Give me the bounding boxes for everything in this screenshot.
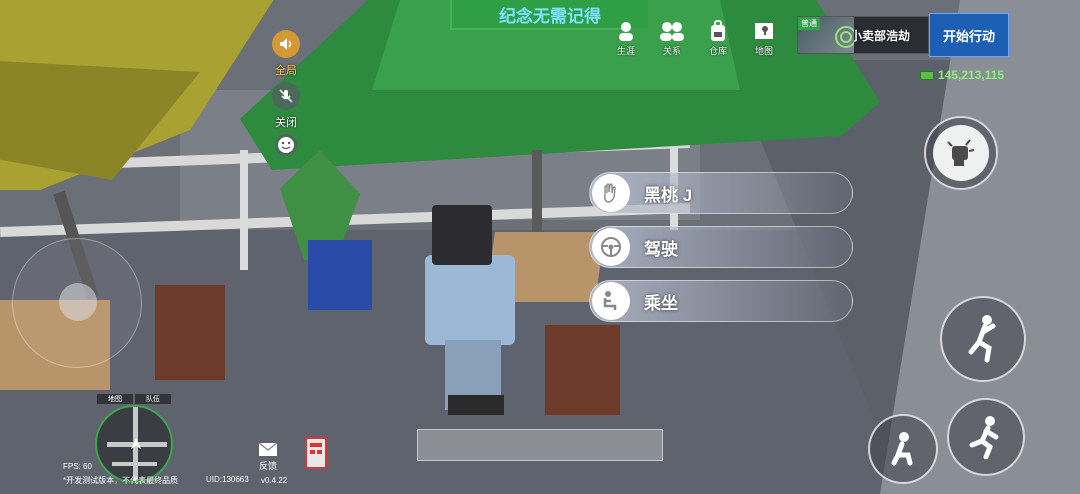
sprint-button[interactable] [947, 398, 1025, 476]
menu-warehouse-label: 仓库 [708, 46, 727, 56]
mail-icon [258, 442, 278, 456]
start-action-button[interactable]: 开始行动 [929, 13, 1009, 57]
steering-wheel-icon [592, 228, 630, 266]
player-head [432, 205, 492, 265]
chat-input[interactable] [417, 429, 663, 461]
menu-warehouse[interactable]: 仓库 [698, 20, 738, 57]
railing-post [240, 150, 248, 270]
event-thumbnail: 普通 [798, 17, 854, 53]
person-icon [613, 20, 639, 42]
crouch-icon [891, 432, 913, 466]
menu-map[interactable]: 地图 [744, 20, 784, 57]
player-character [425, 255, 515, 345]
seat-icon [592, 282, 630, 320]
menu-map-label: 地图 [754, 46, 773, 56]
jump-button[interactable] [940, 296, 1026, 382]
mic-button[interactable] [272, 82, 300, 110]
cash-icon [920, 70, 934, 80]
money-amount: 145,213,115 [938, 68, 1005, 82]
smiley-icon [278, 137, 294, 153]
backpack-icon [705, 20, 731, 42]
menu-career[interactable]: 生涯 [606, 20, 646, 57]
jump-icon [968, 315, 996, 363]
phone-icon [310, 443, 322, 454]
speaker-button[interactable] [272, 30, 300, 58]
people-icon [659, 20, 685, 42]
minimap-tab-team[interactable]: 队伍 [135, 394, 171, 404]
joystick-knob[interactable] [59, 283, 97, 321]
mic-off-icon [279, 89, 293, 103]
event-card[interactable]: 普通 小卖部浩劫 [797, 16, 929, 54]
speaker-icon [280, 38, 292, 50]
feedback-button[interactable]: 反馈 [258, 440, 278, 472]
crouch-button[interactable] [868, 414, 938, 484]
mic-label: 关闭 [275, 117, 297, 129]
version-label: v0.4.22 [261, 476, 288, 485]
minimap[interactable] [95, 405, 173, 483]
feedback-label: 反馈 [258, 461, 277, 471]
phone-button[interactable] [305, 437, 327, 469]
emote-button[interactable] [275, 134, 297, 156]
user-id: UID:130663 [206, 475, 249, 484]
event-name: 小卖部浩劫 [850, 28, 911, 43]
chair [545, 325, 620, 415]
player-marker-icon [131, 438, 141, 449]
punch-button[interactable] [924, 116, 998, 190]
voice-controls: 全局 关闭 [272, 30, 300, 156]
action-greet-label: 黑桃 J [644, 185, 693, 205]
minimap-tab-map[interactable]: 地图 [97, 394, 133, 404]
speaker-label: 全局 [275, 65, 297, 77]
minimap-road [112, 462, 157, 466]
action-ride-label: 乘坐 [644, 293, 678, 313]
money-display: 145,213,115 [920, 68, 1004, 82]
action-greet[interactable]: 黑桃 J [589, 172, 853, 214]
plant-pot [308, 240, 372, 310]
fps-counter: FPS: 60 [63, 462, 92, 471]
menu-relations[interactable]: 关系 [652, 20, 692, 57]
run-icon [969, 416, 999, 459]
dev-build-note: *开发测试版本，不代表最终品质 [63, 476, 179, 485]
minimap-tabs: 地图 队伍 [97, 394, 171, 404]
fist-icon [947, 139, 975, 166]
menu-career-label: 生涯 [616, 46, 635, 56]
map-icon [751, 20, 777, 42]
chair [155, 285, 225, 380]
player-feet [448, 395, 504, 415]
event-signal-icon [835, 26, 854, 48]
menu-relations-label: 关系 [662, 46, 681, 56]
punch-button-face [933, 125, 989, 181]
action-drive-label: 驾驶 [644, 239, 678, 259]
top-menu: 生涯 关系 仓库 地图 [606, 20, 784, 57]
interaction-menu: 黑桃 J 驾驶 乘坐 [589, 172, 853, 322]
action-drive[interactable]: 驾驶 [589, 226, 853, 268]
action-ride[interactable]: 乘坐 [589, 280, 853, 322]
wave-hand-icon [592, 174, 630, 212]
